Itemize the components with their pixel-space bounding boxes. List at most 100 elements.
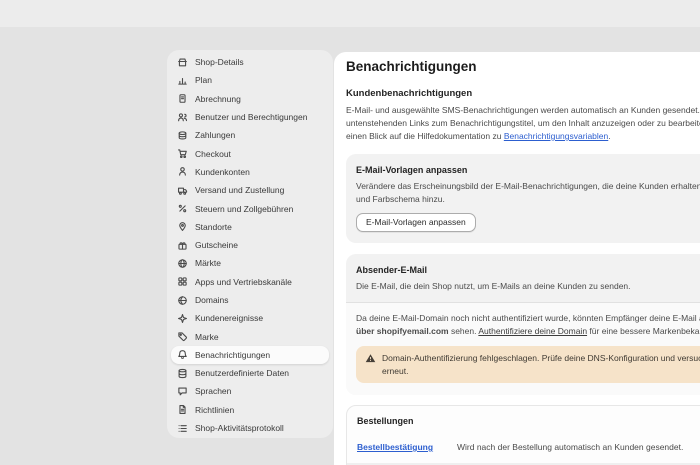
- customer-events-icon: [177, 313, 188, 324]
- notification-title-link[interactable]: Bestellbestätigung: [357, 441, 457, 454]
- sidebar-item-label: Benachrichtigungen: [195, 349, 271, 360]
- settings-page: Shop-Details Plan Abrechnung Benutzer un…: [0, 0, 700, 465]
- card-text: für eine bessere Markenbekanntheit.: [589, 326, 700, 336]
- sender-email-card-body: Da deine E-Mail-Domain noch nicht authen…: [346, 303, 700, 395]
- warning-text: Domain-Authentifizierung fehlgeschlagen.…: [382, 352, 700, 377]
- intro-text-line: E-Mail- und ausgewählte SMS-Benachrichti…: [346, 105, 700, 115]
- card-text-line: über shopifyemail.com sehen. Authentifiz…: [356, 325, 700, 338]
- sidebar-item-benachrichtigungen[interactable]: Benachrichtigungen: [171, 345, 329, 365]
- sidebar-item-shop-details[interactable]: Shop-Details: [171, 53, 329, 71]
- custom-data-icon: [177, 368, 188, 379]
- sidebar-item-label: Shop-Aktivitätsprotokoll: [195, 423, 284, 434]
- sidebar-item-checkout[interactable]: Checkout: [171, 144, 329, 162]
- sidebar-item-label: Apps und Vertriebskanäle: [195, 276, 292, 287]
- intro-text-line: einen Blick auf die Hilfedokumentation z…: [346, 130, 700, 143]
- sidebar-item-benutzerdefinierte-daten[interactable]: Benutzerdefinierte Daten: [171, 364, 329, 382]
- sidebar-item-label: Richtlinien: [195, 404, 235, 415]
- text-line: erneut.: [382, 365, 409, 376]
- languages-chat-icon: [177, 386, 188, 397]
- taxes-duties-icon: [177, 203, 188, 214]
- sidebar-item-märkte[interactable]: Märkte: [171, 254, 329, 272]
- sidebar-item-label: Marke: [195, 331, 219, 342]
- text-line: Wird nach der Bestellung automatisch an …: [457, 442, 684, 452]
- apps-channels-grid-icon: [177, 276, 188, 287]
- text-line: Domain-Authentifizierung fehlgeschlagen.…: [382, 353, 700, 363]
- sidebar-item-standorte[interactable]: Standorte: [171, 218, 329, 236]
- customer-notifications-section: Kundenbenachrichtigungen E-Mail- und aus…: [346, 88, 700, 143]
- settings-main-panel: Benachrichtigungen Kundenbenachrichtigun…: [334, 52, 700, 465]
- sidebar-item-kundenkonten[interactable]: Kundenkonten: [171, 163, 329, 181]
- card-text: sehen.: [448, 326, 479, 336]
- users-permissions-icon: [177, 112, 188, 123]
- sidebar-item-label: Märkte: [195, 258, 221, 269]
- card-heading: Absender-E-Mail: [356, 265, 428, 275]
- notifications-bell-icon: [177, 349, 188, 360]
- sidebar-item-label: Checkout: [195, 148, 231, 159]
- activity-log-list-icon: [177, 423, 188, 434]
- sidebar-item-label: Benutzerdefinierte Daten: [195, 368, 290, 379]
- locations-pin-icon: [177, 221, 188, 232]
- sidebar-item-sprachen[interactable]: Sprachen: [171, 382, 329, 400]
- sender-email-card-header: Absender-E-Mail Die E-Mail, die dein Sho…: [346, 254, 700, 303]
- sidebar-item-zahlungen[interactable]: Zahlungen: [171, 126, 329, 144]
- sidebar-item-steuern-und-zollgebühren[interactable]: Steuern und Zollgebühren: [171, 199, 329, 217]
- intro-text: einen Blick auf die Hilfedokumentation z…: [346, 131, 504, 141]
- sender-email-card: Absender-E-Mail Die E-Mail, die dein Sho…: [346, 254, 700, 395]
- sender-domain-bold: über shopifyemail.com: [356, 326, 449, 336]
- customize-email-templates-button[interactable]: E-Mail-Vorlagen anpassen: [356, 213, 476, 232]
- billing-icon: [177, 93, 188, 104]
- sidebar-item-kundenereignisse[interactable]: Kundenereignisse: [171, 309, 329, 327]
- sidebar-item-marke[interactable]: Marke: [171, 327, 329, 345]
- checkout-cart-icon: [177, 148, 188, 159]
- top-bar: [0, 0, 700, 27]
- domains-globe-icon: [177, 295, 188, 306]
- sidebar-item-label: Shop-Details: [195, 57, 244, 68]
- warning-icon: [365, 353, 376, 364]
- policies-doc-icon: [177, 404, 188, 415]
- sidebar-item-shop-aktivitätsprotokoll[interactable]: Shop-Aktivitätsprotokoll: [171, 419, 329, 437]
- sidebar-item-label: Abrechnung: [195, 93, 241, 104]
- markets-globe-icon: [177, 258, 188, 269]
- brand-tag-icon: [177, 331, 188, 342]
- sidebar-item-label: Gutscheine: [195, 240, 238, 251]
- card-text-line: Da deine E-Mail-Domain noch nicht authen…: [356, 313, 700, 323]
- sidebar-item-label: Kundenkonten: [195, 166, 250, 177]
- sidebar-item-label: Sprachen: [195, 386, 232, 397]
- sidebar-item-richtlinien[interactable]: Richtlinien: [171, 401, 329, 419]
- intro-text: .: [608, 131, 611, 141]
- sidebar-item-abrechnung[interactable]: Abrechnung: [171, 90, 329, 108]
- card-heading: Bestellungen: [357, 416, 414, 426]
- orders-notifications-card: Bestellungen Bestellbestätigung Wird nac…: [346, 405, 700, 465]
- plan-icon: [177, 75, 188, 86]
- sidebar-item-label: Zahlungen: [195, 130, 236, 141]
- page-title: Benachrichtigungen: [346, 59, 477, 74]
- sidebar-item-label: Versand und Zustellung: [195, 185, 285, 196]
- domain-auth-warning-banner: Domain-Authentifizierung fehlgeschlagen.…: [356, 346, 700, 383]
- sidebar-item-label: Benutzer und Berechtigungen: [195, 112, 308, 123]
- sidebar-item-label: Plan: [195, 75, 213, 86]
- card-text-line: Die E-Mail, die dein Shop nutzt, um E-Ma…: [356, 281, 631, 291]
- settings-sidebar: Shop-Details Plan Abrechnung Benutzer un…: [167, 50, 333, 438]
- store-icon: [177, 57, 188, 68]
- sidebar-item-plan[interactable]: Plan: [171, 71, 329, 89]
- sidebar-item-domains[interactable]: Domains: [171, 291, 329, 309]
- customer-accounts-icon: [177, 166, 188, 177]
- card-heading: E-Mail-Vorlagen anpassen: [356, 165, 468, 175]
- shipping-truck-icon: [177, 185, 188, 196]
- sidebar-item-gutscheine[interactable]: Gutscheine: [171, 236, 329, 254]
- notification-description: Wird nach der Bestellung automatisch an …: [457, 441, 683, 454]
- notification-variables-link[interactable]: Benachrichtigungsvariablen: [504, 131, 608, 141]
- card-text-line: und Farbschema hinzu.: [356, 194, 445, 204]
- section-heading: Kundenbenachrichtigungen: [346, 88, 473, 99]
- email-templates-card: E-Mail-Vorlagen anpassen Verändere das E…: [346, 154, 700, 243]
- sidebar-item-benutzer-und-berechtigungen[interactable]: Benutzer und Berechtigungen: [171, 108, 329, 126]
- orders-notification-rows: Bestellbestätigung Wird nach der Bestell…: [347, 433, 700, 465]
- sidebar-item-versand-und-zustellung[interactable]: Versand und Zustellung: [171, 181, 329, 199]
- notification-row: Bestellbestätigung Wird nach der Bestell…: [347, 433, 700, 463]
- sidebar-item-label: Standorte: [195, 221, 232, 232]
- card-text-line: Verändere das Erscheinungsbild der E-Mai…: [356, 181, 700, 191]
- gift-card-icon: [177, 240, 188, 251]
- payments-icon: [177, 130, 188, 141]
- sidebar-item-apps-und-vertriebskanäle[interactable]: Apps und Vertriebskanäle: [171, 273, 329, 291]
- authenticate-domain-link[interactable]: Authentifiziere deine Domain: [478, 326, 587, 336]
